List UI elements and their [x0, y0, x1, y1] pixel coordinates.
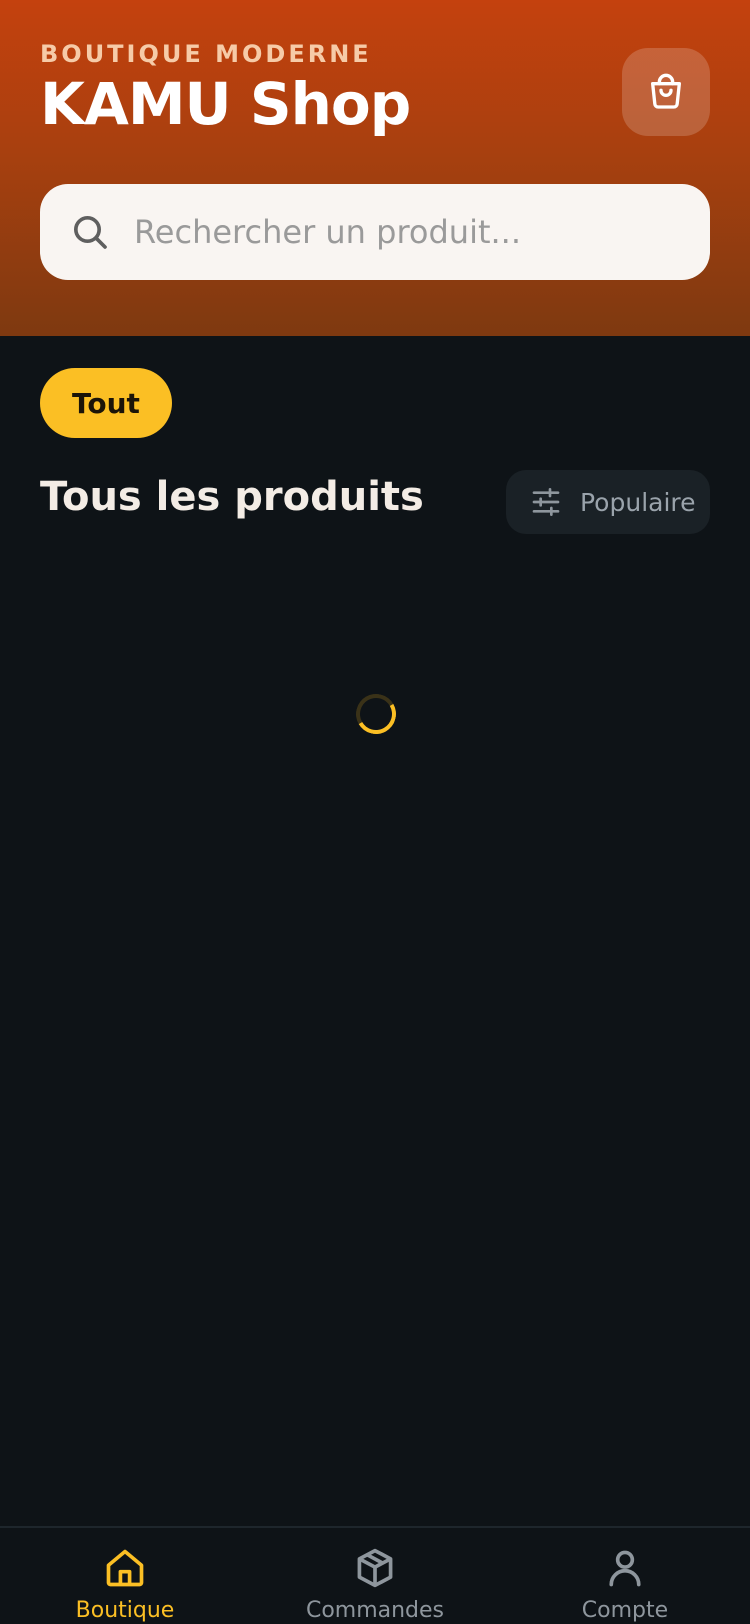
search-icon	[70, 212, 110, 252]
search-input[interactable]	[134, 202, 710, 262]
header-eyebrow: BOUTIQUE MODERNE	[40, 40, 372, 68]
app-title: KAMU Shop	[40, 70, 411, 138]
loading-spinner	[351, 689, 401, 739]
nav-label-compte: Compte	[581, 1598, 669, 1623]
header: BOUTIQUE MODERNE KAMU Shop	[0, 0, 750, 336]
bottom-nav: Boutique Commandes Compte	[0, 1526, 750, 1624]
nav-label-commandes: Commandes	[305, 1598, 445, 1623]
shopping-bag-icon	[651, 73, 681, 109]
nav-item-commandes[interactable]: Commandes	[250, 1528, 500, 1624]
category-chip-tout[interactable]: Tout	[40, 368, 172, 438]
nav-label-boutique: Boutique	[75, 1598, 175, 1623]
section-title: Tous les produits	[40, 474, 424, 520]
app-screen: BOUTIQUE MODERNE KAMU Shop Tout Tous les…	[0, 0, 750, 1624]
filter-sliders-icon	[530, 486, 562, 518]
category-chip-label: Tout	[72, 386, 140, 420]
cart-button[interactable]	[622, 48, 710, 136]
sort-label: Populaire	[580, 487, 696, 517]
user-icon	[603, 1546, 647, 1590]
package-icon	[353, 1546, 397, 1590]
home-icon	[103, 1546, 147, 1590]
nav-item-compte[interactable]: Compte	[500, 1528, 750, 1624]
search-bar[interactable]	[40, 184, 710, 280]
sort-button[interactable]: Populaire	[506, 470, 710, 534]
nav-item-boutique[interactable]: Boutique	[0, 1528, 250, 1624]
